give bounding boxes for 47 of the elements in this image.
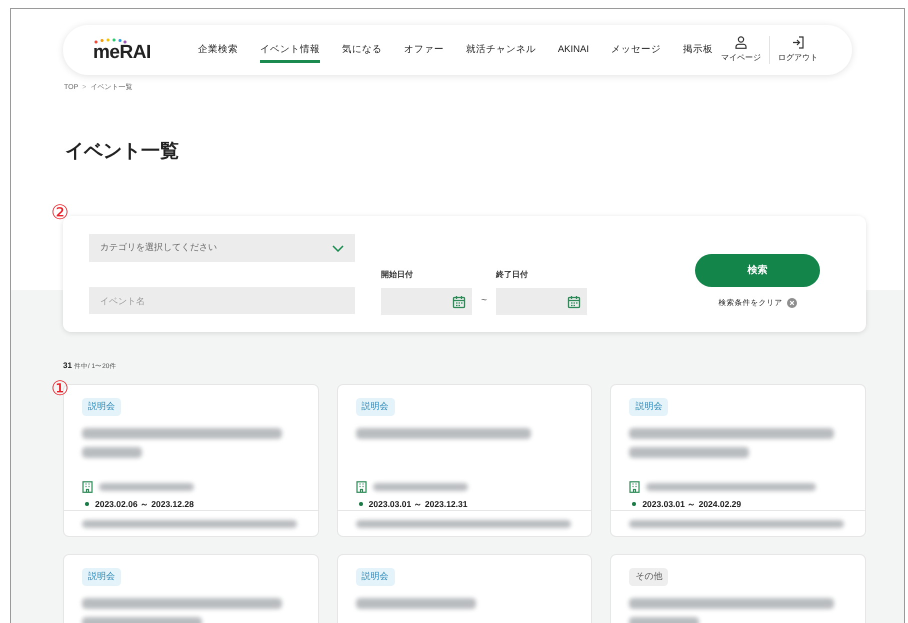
event-card[interactable]: 説明会 2023.03.01 ～ 2023.12.31 [336,384,592,537]
logout-icon [792,36,804,49]
page-title: イベント一覧 [65,140,180,164]
nav-link[interactable]: メッセージ [611,42,661,64]
blurred-title-drawing [82,446,142,458]
nav-link[interactable]: 就活チャンネル [466,42,536,64]
end-date-label: 終了日付 [496,269,529,281]
logout-link[interactable]: ログアウト [769,36,826,64]
nav-link[interactable]: 気になる [342,42,382,64]
logo[interactable]: meRAI [93,44,151,62]
category-tag: 説明会 [356,398,395,416]
category-tag: 説明会 [356,568,395,586]
category-tag: 説明会 [629,398,668,416]
logo-dots-icon [93,38,127,44]
chevron-down-icon [332,244,344,252]
event-dates: 2023.02.06 ～ 2023.12.28 [95,498,194,510]
nav-link[interactable]: 掲示板 [683,42,713,64]
building-icon [356,480,367,492]
event-dates: 2023.03.01 ～ 2023.12.31 [368,498,468,510]
user-icon [735,36,747,49]
category-tag: 説明会 [82,398,121,416]
nav-link[interactable]: イベント情報 [260,42,320,64]
date-range-separator: ~ [480,294,488,308]
nav-link[interactable]: 企業検索 [198,42,238,64]
event-card[interactable]: 説明会 [336,554,592,623]
event-dates: 2023.03.01 ～ 2024.02.29 [642,498,742,510]
event-card[interactable]: 説明会 [63,554,319,623]
start-date-label: 開始日付 [381,269,414,281]
my-page-link[interactable]: マイページ [713,36,769,64]
event-card[interactable]: 説明会 2023.03.01 ～ 2024.02.29 [610,384,866,537]
close-icon [786,298,796,308]
event-name-field[interactable]: イベント名 [89,287,355,314]
annotation-marker: ② [51,203,69,223]
nav-link[interactable]: オファー [404,42,444,64]
nav-link[interactable]: AKINAI [558,42,589,64]
calendar-icon [567,294,581,308]
building-icon [629,480,640,492]
category-tag: 説明会 [82,568,121,586]
search-button[interactable]: 検索 [695,254,820,287]
category-select[interactable]: カテゴリを選択してください [89,234,355,262]
category-tag: その他 [629,568,668,586]
calendar-icon [452,294,466,308]
start-date-field[interactable] [381,288,472,315]
event-card[interactable]: その他 [610,554,866,623]
end-date-field[interactable] [496,288,587,315]
result-count: 31 [63,360,72,372]
building-icon [82,480,93,492]
